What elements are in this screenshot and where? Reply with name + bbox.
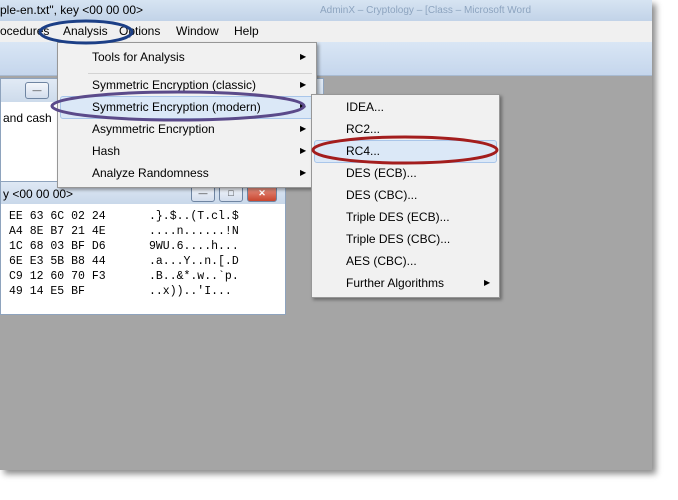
annotation-ring-rc4 [311, 135, 499, 165]
annotation-overlay [38, 19, 499, 165]
annotation-ring-analysis [38, 19, 134, 45]
application-window: ple-en.txt", key <00 00 00> AdminX – Cry… [0, 0, 652, 470]
annotation-ring-modern [50, 90, 306, 122]
